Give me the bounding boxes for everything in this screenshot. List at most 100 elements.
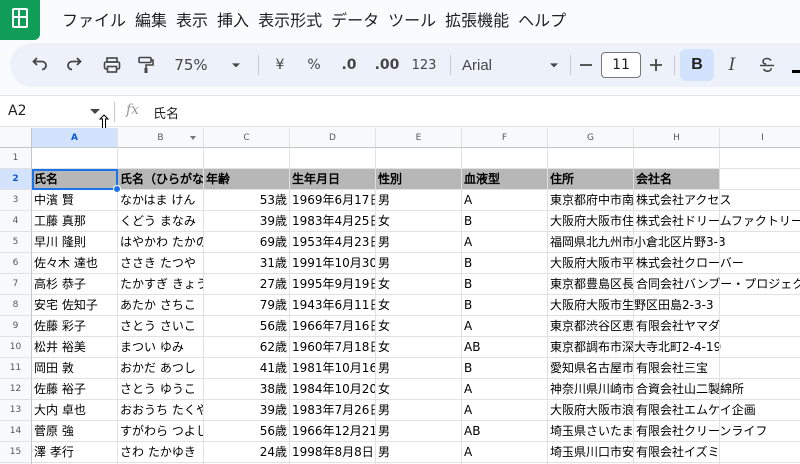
menu-item-3[interactable]: 挿入 <box>217 9 258 33</box>
header-cell[interactable]: 住所 <box>548 169 634 190</box>
row-header-5[interactable]: 5 <box>0 232 32 253</box>
menu-item-4[interactable]: 表示形式 <box>258 9 331 33</box>
table-cell[interactable]: 有限会社イズミ <box>634 442 720 463</box>
table-cell[interactable]: 菅原 強 <box>32 421 118 442</box>
table-cell[interactable] <box>634 337 720 358</box>
table-cell[interactable]: B <box>462 295 548 316</box>
select-all-corner[interactable] <box>0 128 32 148</box>
table-cell[interactable]: 有限会社ヤマダ <box>634 316 720 337</box>
table-cell[interactable]: さとう ゆうこ <box>118 379 204 400</box>
table-cell[interactable]: 1981年10月16日 <box>290 358 376 379</box>
table-cell[interactable] <box>634 295 720 316</box>
header-cell[interactable]: 会社名 <box>634 169 720 190</box>
table-cell[interactable]: 株式会社クローバー <box>634 253 744 274</box>
column-header-A[interactable]: A <box>32 128 118 148</box>
name-box[interactable]: A2 <box>8 103 26 119</box>
empty-cell[interactable] <box>720 295 800 316</box>
table-cell[interactable]: 有限会社エムケイ企画 <box>634 400 756 421</box>
italic-button[interactable]: I <box>722 43 742 87</box>
header-cell[interactable]: 性別 <box>376 169 462 190</box>
table-cell[interactable]: 39歳 <box>204 400 290 421</box>
zoom-select[interactable]: 75% <box>170 43 212 87</box>
table-cell[interactable]: 東京都府中市南 <box>548 190 634 211</box>
row-header-15[interactable]: 15 <box>0 442 32 463</box>
table-cell[interactable]: 1966年7月16日 <box>290 316 376 337</box>
table-cell[interactable]: 有限会社クリーンライフ <box>634 421 767 442</box>
table-cell[interactable]: 安宅 佐知子 <box>32 295 118 316</box>
table-cell[interactable]: 56歳 <box>204 316 290 337</box>
table-cell[interactable]: 東京都豊島区長 <box>548 274 634 295</box>
table-cell[interactable]: 高杉 恭子 <box>32 274 118 295</box>
row-header-4[interactable]: 4 <box>0 211 32 232</box>
table-cell[interactable]: 大内 卓也 <box>32 400 118 421</box>
column-header-G[interactable]: G <box>548 128 634 148</box>
table-cell[interactable]: 1991年10月30日 <box>290 253 376 274</box>
table-cell[interactable]: 女 <box>376 211 462 232</box>
table-cell[interactable]: B <box>462 358 548 379</box>
column-header-E[interactable]: E <box>376 128 462 148</box>
table-cell[interactable]: 1995年9月19日 <box>290 274 376 295</box>
header-cell[interactable]: 氏名 <box>32 169 118 190</box>
table-cell[interactable]: AB <box>462 421 548 442</box>
table-cell[interactable]: 1943年6月11日 <box>290 295 376 316</box>
spreadsheet-grid[interactable]: ABCDEFGHI12氏名氏名（ひらがな）年齢生年月日性別血液型住所会社名3中濱… <box>0 128 800 464</box>
table-cell[interactable]: 女 <box>376 379 462 400</box>
menu-item-7[interactable]: 拡張機能 <box>445 9 518 33</box>
empty-cell[interactable] <box>548 148 634 169</box>
table-cell[interactable]: 大阪府大阪市平 <box>548 253 634 274</box>
table-cell[interactable]: AB <box>462 337 548 358</box>
paint-format-icon[interactable] <box>134 43 158 87</box>
column-header-H[interactable]: H <box>634 128 720 148</box>
table-cell[interactable]: さわ たかゆき <box>118 442 204 463</box>
table-cell[interactable]: 1953年4月23日 <box>290 232 376 253</box>
decrease-font-size-icon[interactable] <box>576 43 596 87</box>
increase-font-size-icon[interactable] <box>646 43 666 87</box>
table-cell[interactable]: 株式会社アクセス <box>634 190 731 211</box>
decrease-decimal-button[interactable]: .0 <box>336 43 362 87</box>
table-cell[interactable] <box>634 232 720 253</box>
text-color-icon[interactable] <box>790 43 800 87</box>
menu-item-0[interactable]: ファイル <box>62 9 135 33</box>
table-cell[interactable]: 男 <box>376 253 462 274</box>
table-cell[interactable]: 中濱 賢 <box>32 190 118 211</box>
table-cell[interactable]: A <box>462 316 548 337</box>
menu-item-2[interactable]: 表示 <box>176 9 217 33</box>
table-cell[interactable]: B <box>462 211 548 232</box>
undo-icon[interactable] <box>28 43 52 87</box>
table-cell[interactable]: 1969年6月17日 <box>290 190 376 211</box>
row-header-7[interactable]: 7 <box>0 274 32 295</box>
table-cell[interactable]: 東京都調布市深大寺北町2-4-19 <box>548 337 721 358</box>
table-cell[interactable]: 男 <box>376 232 462 253</box>
empty-cell[interactable] <box>290 148 376 169</box>
table-cell[interactable]: まつい ゆみ <box>118 337 204 358</box>
table-cell[interactable]: 31歳 <box>204 253 290 274</box>
column-header-F[interactable]: F <box>462 128 548 148</box>
table-cell[interactable]: おかだ あつし <box>118 358 204 379</box>
menu-item-6[interactable]: ツール <box>388 9 445 33</box>
table-cell[interactable]: 38歳 <box>204 379 290 400</box>
empty-cell[interactable] <box>720 358 800 379</box>
increase-decimal-button[interactable]: .00 <box>372 43 402 87</box>
row-header-1[interactable]: 1 <box>0 148 32 169</box>
empty-cell[interactable] <box>376 148 462 169</box>
header-cell[interactable]: 氏名（ひらがな） <box>118 169 204 190</box>
table-cell[interactable]: おおうち たくや <box>118 400 204 421</box>
table-cell[interactable]: ささき たつや <box>118 253 204 274</box>
table-cell[interactable]: 男 <box>376 358 462 379</box>
row-header-9[interactable]: 9 <box>0 316 32 337</box>
table-cell[interactable]: 岡田 敦 <box>32 358 118 379</box>
table-cell[interactable]: 69歳 <box>204 232 290 253</box>
column-header-I[interactable]: I <box>720 128 800 148</box>
table-cell[interactable]: 1960年7月18日 <box>290 337 376 358</box>
print-icon[interactable] <box>100 43 124 87</box>
empty-cell[interactable] <box>462 148 548 169</box>
fill-handle[interactable] <box>113 185 121 193</box>
row-header-3[interactable]: 3 <box>0 190 32 211</box>
table-cell[interactable]: 1984年10月20日 <box>290 379 376 400</box>
table-cell[interactable]: A <box>462 379 548 400</box>
table-cell[interactable]: 1983年4月25日 <box>290 211 376 232</box>
column-header-D[interactable]: D <box>290 128 376 148</box>
header-cell[interactable]: 生年月日 <box>290 169 376 190</box>
table-cell[interactable]: 39歳 <box>204 211 290 232</box>
table-cell[interactable]: あたか さちこ <box>118 295 204 316</box>
